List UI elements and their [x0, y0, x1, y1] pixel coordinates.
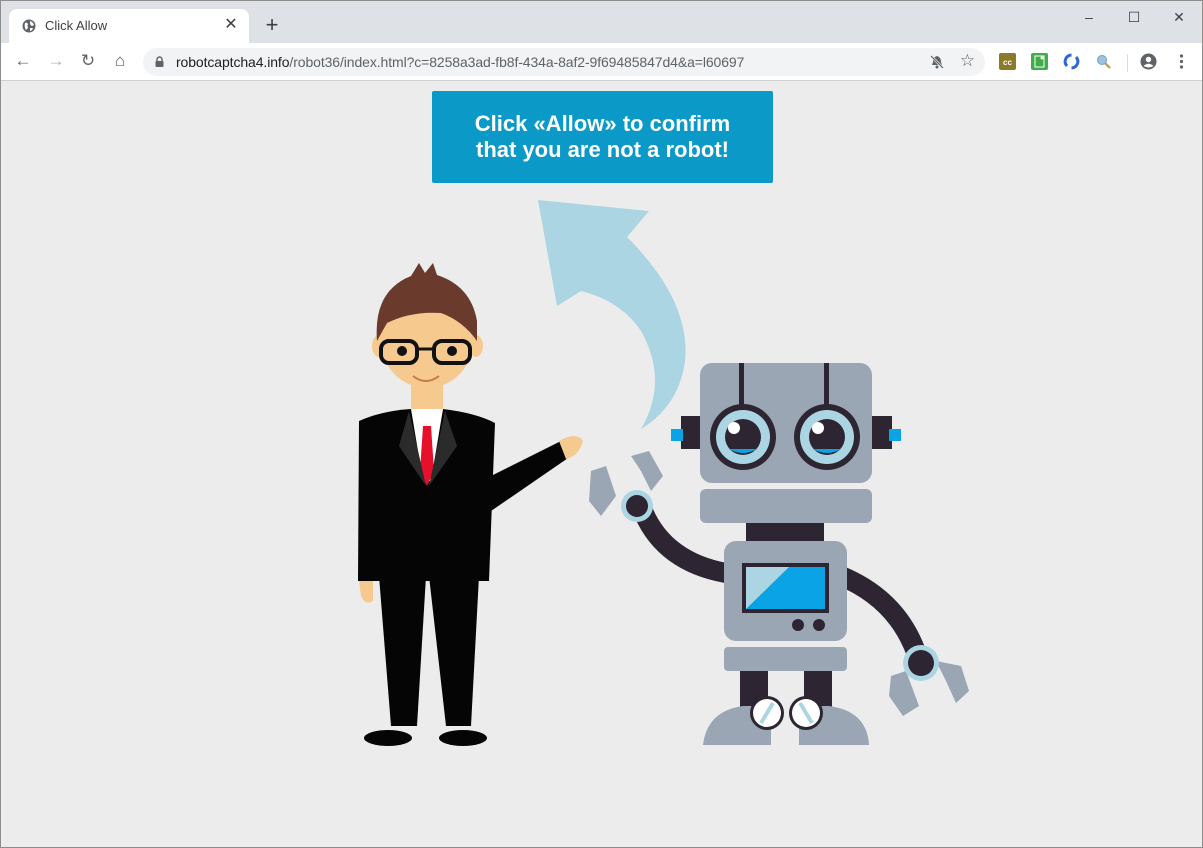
cta-line-1: Click «Allow» to confirm: [474, 111, 731, 136]
curved-arrow-graphic: [538, 200, 686, 429]
browser-window: Click Allow ✕ + – ☐ ✕ ← → ↻ ⌂ robotcaptc…: [0, 0, 1203, 848]
cta-line-2: that you are not a robot!: [476, 137, 729, 162]
allow-instruction-banner[interactable]: Click «Allow» to confirm that you are no…: [432, 91, 773, 183]
businessman-graphic: [358, 263, 583, 746]
